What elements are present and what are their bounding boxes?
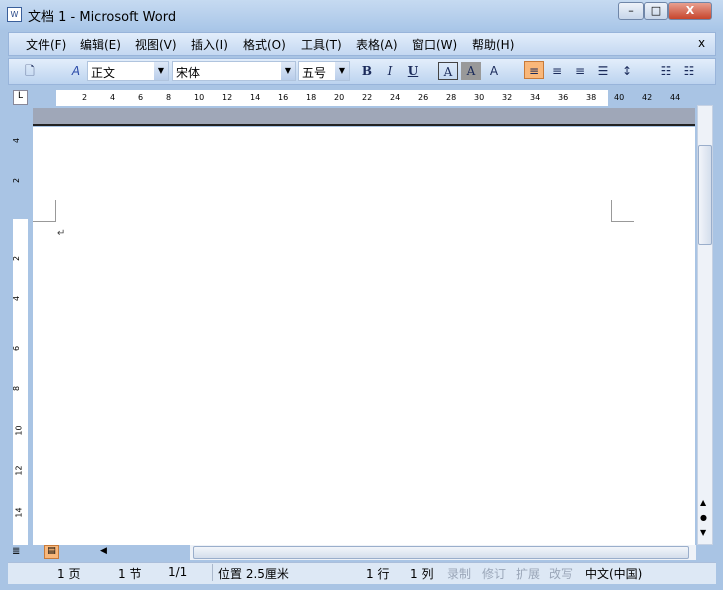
menu-tools[interactable]: 工具(T) — [301, 36, 342, 53]
status-record[interactable]: 录制 — [447, 565, 471, 582]
ruler-tick-label: 32 — [502, 93, 513, 102]
status-section: 1 节 — [118, 567, 142, 581]
menu-edit[interactable]: 编辑(E) — [80, 36, 121, 53]
menu-file[interactable]: 文件(F) — [26, 36, 66, 53]
status-page: 1 页 — [57, 567, 81, 581]
style-combo[interactable]: 正文 ▼ — [87, 61, 169, 81]
font-combo[interactable]: 宋体 ▼ — [172, 61, 296, 81]
font-size-combo[interactable]: 五号 ▼ — [298, 61, 350, 81]
status-position: 位置 2.5厘米 — [218, 567, 289, 581]
bullets-button[interactable]: ☷ — [679, 62, 699, 80]
window-title: 文档 1 - Microsoft Word — [28, 10, 177, 25]
margin-corner-mark — [33, 200, 56, 222]
ruler-tick-label: 4 — [12, 137, 22, 144]
ruler-tick-label: 2 — [82, 93, 88, 102]
ruler-tick-label: 12 — [14, 465, 24, 476]
word-app-icon[interactable]: W — [7, 7, 22, 22]
ruler-tick-label: 24 — [390, 93, 401, 102]
char-scale-button[interactable]: A — [484, 62, 504, 80]
ruler-tick-label: 16 — [278, 93, 289, 102]
maximize-button[interactable]: □ — [644, 2, 668, 20]
underline-button[interactable]: U — [403, 62, 423, 80]
margin-corner-mark — [611, 200, 634, 222]
ruler-tick-label: 18 — [306, 93, 317, 102]
ruler-tick-label: 2 — [12, 177, 22, 184]
ruler-tick-label: 8 — [12, 385, 22, 392]
ruler-tick-label: 14 — [14, 507, 24, 518]
justify-button[interactable]: ☰ — [593, 62, 613, 80]
status-line: 1 行 — [366, 567, 390, 581]
styles-icon[interactable]: A — [66, 62, 86, 80]
ruler-tick-label: 12 — [222, 93, 233, 102]
char-border-button[interactable]: A — [438, 62, 458, 80]
menu-help[interactable]: 帮助(H) — [472, 36, 514, 53]
ruler-tick-label: 26 — [418, 93, 429, 102]
ruler-tick-label: 2 — [12, 255, 22, 262]
status-column: 1 列 — [410, 567, 434, 581]
ruler-tick-label: 38 — [586, 93, 597, 102]
status-pages: 1/1 — [168, 565, 188, 579]
chevron-down-icon[interactable]: ▼ — [281, 62, 295, 80]
char-shading-button[interactable]: A — [461, 62, 481, 80]
bold-button[interactable]: B — [357, 62, 377, 80]
line-spacing-button[interactable]: ↕ — [617, 62, 637, 80]
menu-view[interactable]: 视图(V) — [135, 36, 177, 53]
ruler-tick-label: 10 — [194, 93, 205, 102]
ruler-tick-label: 8 — [166, 93, 172, 102]
previous-page-icon[interactable]: ▲ — [700, 498, 706, 507]
tab-stop-selector[interactable]: L — [13, 90, 28, 105]
ruler-tick-label: 40 — [614, 93, 625, 102]
vertical-scroll-thumb[interactable] — [698, 145, 712, 245]
menu-window[interactable]: 窗口(W) — [412, 36, 457, 53]
normal-view-icon[interactable]: ≣ — [12, 546, 20, 557]
ruler-tick-label: 30 — [474, 93, 485, 102]
new-document-icon[interactable]: 🗋 — [20, 62, 40, 80]
menu-insert[interactable]: 插入(I) — [191, 36, 228, 53]
ruler-tick-label: 22 — [362, 93, 373, 102]
font-value: 宋体 — [176, 66, 201, 80]
ruler-tick-label: 6 — [12, 345, 22, 352]
status-overtype[interactable]: 改写 — [549, 565, 573, 582]
status-language: 中文(中国) — [585, 567, 643, 581]
menu-close-document[interactable]: x — [698, 36, 705, 50]
align-left-button[interactable]: ≡ — [524, 61, 544, 79]
ruler-tick-label: 34 — [530, 93, 541, 102]
ruler-tick-label: 4 — [110, 93, 116, 102]
ruler-tick-label: 20 — [334, 93, 345, 102]
paragraph-mark: ↵ — [57, 228, 66, 239]
numbering-button[interactable]: ☷ — [656, 62, 676, 80]
status-extend[interactable]: 扩展 — [516, 565, 540, 582]
divider — [212, 564, 213, 581]
status-track-changes[interactable]: 修订 — [482, 565, 506, 582]
ruler-tick-label: 44 — [670, 93, 681, 102]
browse-object-icon[interactable]: ● — [700, 513, 707, 522]
chevron-down-icon[interactable]: ▼ — [335, 62, 349, 80]
ruler-tick-label: 36 — [558, 93, 569, 102]
ruler-tick-label: 28 — [446, 93, 457, 102]
scroll-left-icon[interactable]: ◀ — [100, 546, 107, 556]
horizontal-scroll-thumb[interactable] — [193, 546, 689, 559]
chevron-down-icon[interactable]: ▼ — [154, 62, 168, 80]
ruler-tick-label: 10 — [14, 425, 24, 436]
minimize-button[interactable]: – — [618, 2, 644, 20]
align-right-button[interactable]: ≡ — [570, 62, 590, 80]
ruler-tick-label: 42 — [642, 93, 653, 102]
menu-table[interactable]: 表格(A) — [356, 36, 398, 53]
style-value: 正文 — [91, 66, 116, 80]
page-top-margin — [33, 108, 695, 126]
document-page[interactable] — [33, 127, 695, 545]
ruler-tick-label: 4 — [12, 295, 22, 302]
ruler-tick-label: 6 — [138, 93, 144, 102]
print-layout-view-icon[interactable]: ▤ — [44, 545, 59, 559]
menu-format[interactable]: 格式(O) — [243, 36, 286, 53]
ruler-tick-label: 14 — [250, 93, 261, 102]
close-button[interactable]: X — [668, 2, 712, 20]
next-page-icon[interactable]: ▼ — [700, 528, 706, 537]
align-center-button[interactable]: ≡ — [547, 62, 567, 80]
italic-button[interactable]: I — [380, 62, 400, 80]
size-value: 五号 — [302, 66, 327, 80]
